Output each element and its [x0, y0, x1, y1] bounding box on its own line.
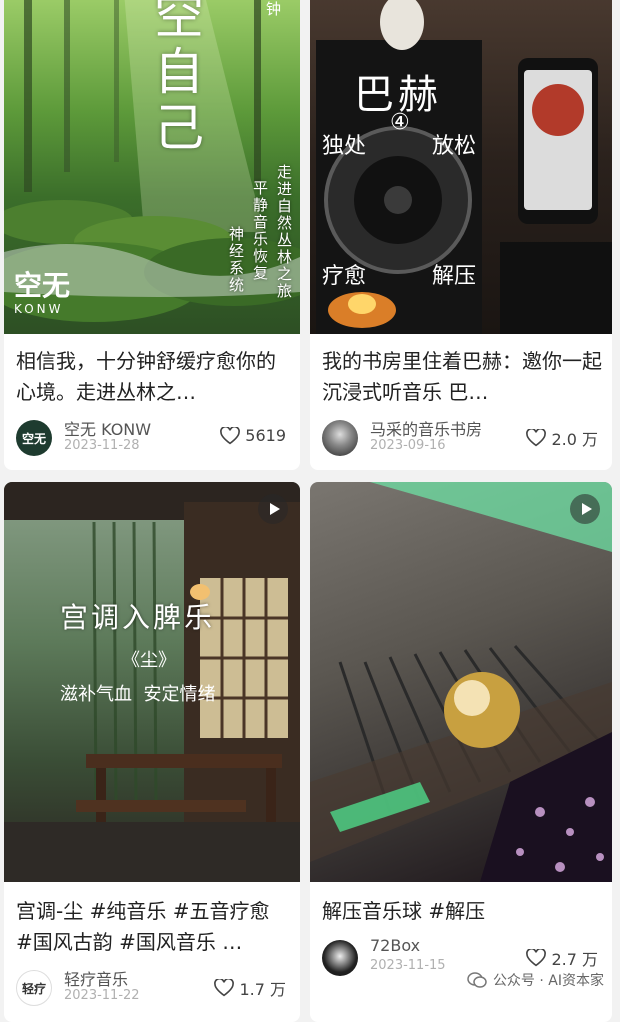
like-count: 2.7 万 [551, 950, 598, 969]
feed-card-4[interactable]: 解压音乐球 #解压 72Box 2023-11-15 2.7 万 [310, 482, 612, 1022]
card-2-thumbnail[interactable]: 巴赫 ④ 独处 放松 疗愈 解压 [310, 0, 612, 334]
card-2-right-bottom: 解压 [432, 264, 477, 289]
author-name[interactable]: 轻疗音乐 [64, 966, 128, 990]
card-3-title[interactable]: 宫调-尘 #纯音乐 #五音疗愈 #国风古韵 #国风音乐 … [16, 896, 290, 958]
card-1-thumbnail[interactable]: 空自己 钟 走进自然丛林之旅 平静音乐恢复 神经系统 空无 KONW [4, 0, 300, 334]
avatar[interactable] [322, 420, 358, 456]
post-date: 2023-11-22 [64, 988, 140, 1003]
author-name[interactable]: 马采的音乐书房 [370, 416, 482, 440]
like-button[interactable]: 2.0 万 [526, 426, 598, 450]
feed-card-3[interactable]: 宫调入脾乐 《尘》 滋补气血 安定情绪 宫调-尘 #纯音乐 #五音疗愈 #国风古… [4, 482, 300, 1022]
play-icon[interactable] [258, 494, 288, 524]
avatar[interactable]: 轻疗 [16, 970, 52, 1006]
heart-icon [214, 979, 235, 997]
card-2-left-top: 独处 [322, 134, 367, 159]
like-button[interactable]: 2.7 万 [526, 946, 598, 970]
avatar[interactable]: 空无 [16, 420, 52, 456]
card-1-line-2: 平静音乐恢复 [251, 180, 269, 282]
post-date: 2023-11-28 [64, 438, 140, 453]
feed-card-1[interactable]: 空自己 钟 走进自然丛林之旅 平静音乐恢复 神经系统 空无 KONW 相信我，十… [4, 0, 300, 470]
card-3-headline: 宫调入脾乐 [60, 601, 216, 634]
card-1-logo-sub: KONW [14, 302, 64, 316]
post-date: 2023-11-15 [370, 958, 446, 973]
avatar[interactable] [322, 940, 358, 976]
card-1-big-text: 空自己 [154, 0, 204, 157]
like-button[interactable]: 1.7 万 [214, 976, 286, 1000]
card-2-circle-num: ④ [390, 110, 410, 135]
card-2-left-bottom: 疗愈 [322, 264, 367, 289]
post-date: 2023-09-16 [370, 438, 446, 453]
like-button[interactable]: 5619 [220, 426, 286, 445]
card-1-meta: 空无 空无 KONW 2023-11-28 5619 [16, 416, 288, 460]
heart-icon [526, 429, 547, 447]
heart-icon [220, 426, 241, 444]
card-1-line-1: 走进自然丛林之旅 [275, 164, 293, 300]
avatar-text: 空无 [21, 431, 46, 446]
card-3-meta: 轻疗 轻疗音乐 2023-11-22 1.7 万 [16, 966, 288, 1010]
feed-card-2[interactable]: 巴赫 ④ 独处 放松 疗愈 解压 我的书房里住着巴赫：邀你一起沉浸式听音乐 巴…… [310, 0, 612, 470]
card-3-sub: 《尘》 [122, 650, 176, 671]
music-ball-illustration [310, 482, 612, 882]
card-3-line: 滋补气血 安定情绪 [60, 684, 216, 705]
card-2-meta: 马采的音乐书房 2023-09-16 2.0 万 [322, 416, 600, 460]
card-1-title[interactable]: 相信我，十分钟舒缓疗愈你的心境。走进丛林之… [16, 346, 290, 408]
card-4-title[interactable]: 解压音乐球 #解压 [322, 896, 602, 927]
card-2-title[interactable]: 我的书房里住着巴赫：邀你一起沉浸式听音乐 巴… [322, 346, 602, 408]
watermark-text: 公众号 · AI资本家 [492, 973, 604, 989]
author-name[interactable]: 72Box [370, 936, 420, 955]
like-count: 5619 [245, 426, 286, 445]
card-1-logo: 空无 [14, 269, 71, 302]
heart-icon [526, 949, 547, 967]
play-triangle-icon [582, 503, 592, 515]
like-count: 1.7 万 [239, 980, 286, 999]
watermark: 公众号 · AI资本家 [462, 968, 608, 992]
author-name[interactable]: 空无 KONW [64, 416, 151, 440]
card-2-right-top: 放松 [432, 134, 477, 159]
card-1-line-3: 神经系统 [227, 226, 245, 294]
like-count: 2.0 万 [551, 430, 598, 449]
card-3-thumbnail[interactable]: 宫调入脾乐 《尘》 滋补气血 安定情绪 [4, 482, 300, 882]
avatar-text: 轻疗 [21, 981, 46, 996]
card-1-corner-text: 钟 [266, 0, 282, 18]
play-triangle-icon [270, 503, 280, 515]
play-icon[interactable] [570, 494, 600, 524]
wechat-icon [467, 972, 487, 988]
card-4-thumbnail[interactable] [310, 482, 612, 882]
